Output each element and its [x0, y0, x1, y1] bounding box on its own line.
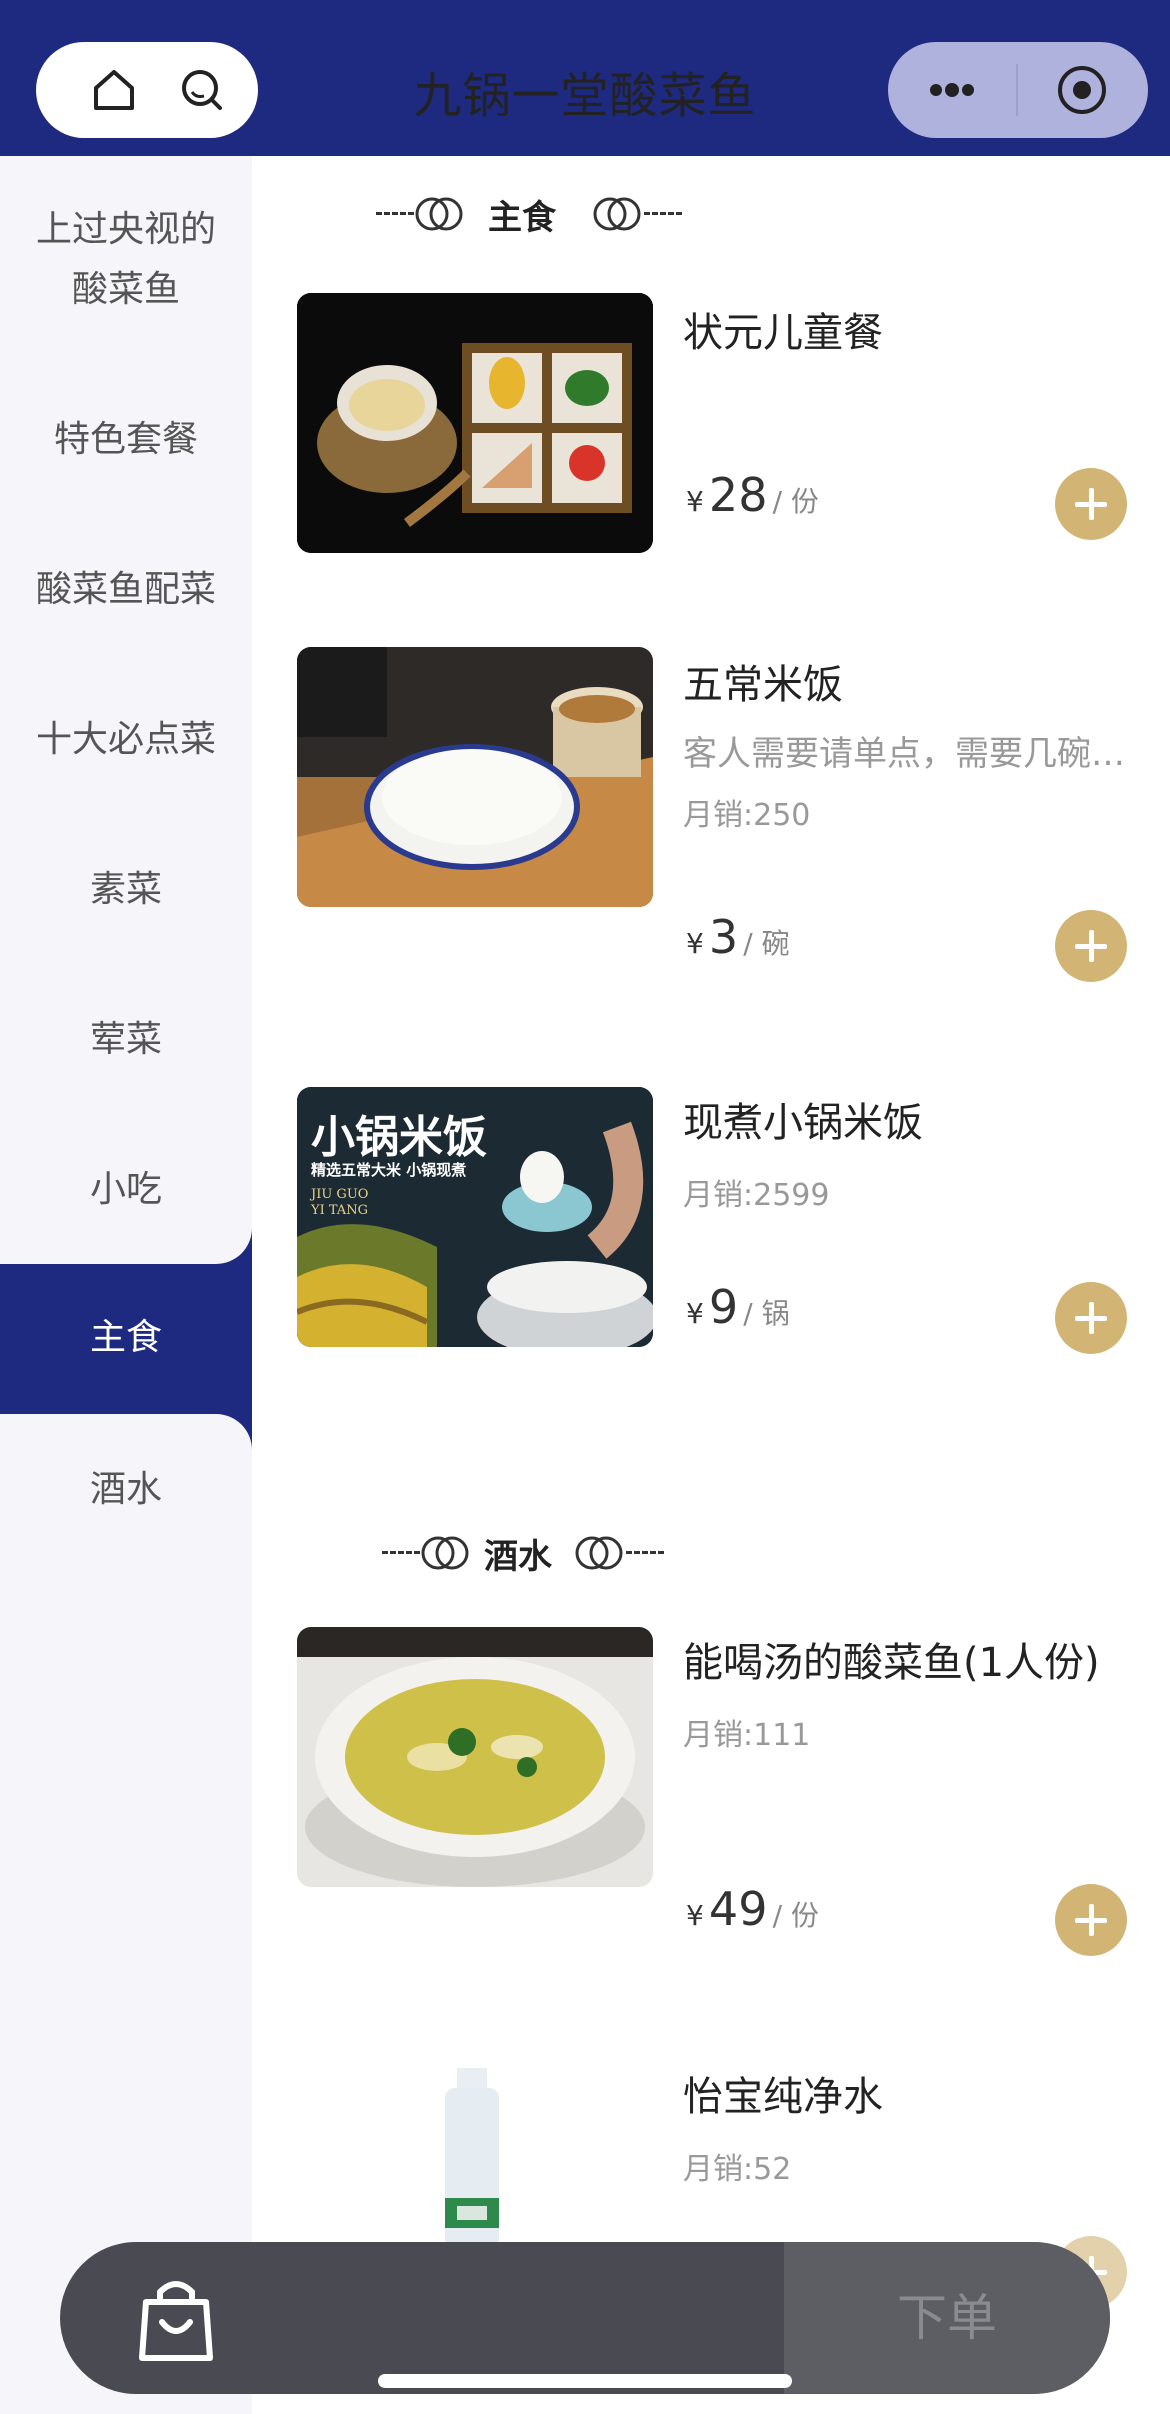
price-unit: / 份 — [772, 1899, 819, 1932]
product-image-kids-meal[interactable] — [297, 293, 653, 553]
sidebar-item-set-meals[interactable]: 特色套餐 — [0, 410, 252, 470]
page-title: 九锅一堂酸菜鱼 — [413, 68, 757, 124]
product-name: 怡宝纯净水 — [683, 2074, 883, 2120]
order-button[interactable]: 下单 — [784, 2242, 1110, 2394]
rice-photo — [297, 647, 653, 907]
add-to-cart-button[interactable] — [1055, 468, 1127, 540]
section-title: 主食 — [488, 198, 556, 238]
sidebar-item-label: 小吃 — [89, 1169, 162, 1210]
add-to-cart-button[interactable] — [1055, 910, 1127, 982]
image-overlay-title: 小锅米饭 — [311, 1112, 487, 1163]
product-sales: 月销:52 — [683, 2152, 792, 2187]
rings-icon — [421, 1536, 469, 1570]
sour-fish-photo — [297, 1627, 653, 1887]
section-title: 酒水 — [484, 1537, 552, 1577]
sidebar-item-label: 酒水 — [89, 1469, 162, 1510]
search-icon[interactable] — [176, 64, 228, 116]
sidebar-item-meat[interactable]: 荤菜 — [0, 1010, 252, 1070]
product-price: ¥ 3 / 碗 — [686, 910, 790, 964]
product-sales: 月销:250 — [683, 798, 811, 833]
rings-icon — [575, 1536, 623, 1570]
price-value: 28 — [708, 468, 768, 522]
price-unit: / 碗 — [743, 927, 790, 960]
product-sales: 月销:2599 — [683, 1178, 830, 1213]
sidebar-item-staple[interactable]: 主食 — [0, 1264, 252, 1414]
cart-bar: 下单 — [60, 2242, 1110, 2394]
section-header-drinks: 酒水 — [382, 1527, 682, 1577]
product-name: 现煮小锅米饭 — [683, 1100, 923, 1146]
image-brand-2: YI TANG — [311, 1203, 368, 1218]
price-currency: ¥ — [686, 1899, 704, 1932]
home-icon[interactable] — [88, 64, 140, 116]
product-price: ¥ 28 / 份 — [686, 468, 819, 522]
product-sales: 月销:111 — [683, 1718, 811, 1753]
price-value: 49 — [708, 1882, 768, 1936]
capsule-left — [36, 42, 258, 138]
kids-meal-photo — [297, 293, 653, 553]
sidebar-item-snacks[interactable]: 小吃 — [0, 1160, 252, 1220]
sidebar-item-cctv-fish[interactable]: 上过央视的 酸菜鱼 — [0, 200, 252, 320]
sidebar-item-label: 酸菜鱼配菜 — [35, 569, 216, 610]
capsule-divider — [1016, 64, 1018, 116]
top-nav-bar: 九锅一堂酸菜鱼 — [0, 0, 1170, 156]
sidebar-item-label: 上过央视的 酸菜鱼 — [35, 209, 216, 310]
image-brand-1: JIU GUO — [311, 1187, 369, 1202]
sidebar-item-label: 主食 — [89, 1317, 162, 1358]
sidebar-item-label: 特色套餐 — [53, 419, 198, 460]
shopping-bag-icon[interactable] — [126, 2272, 226, 2368]
sidebar-item-label: 十大必点菜 — [35, 719, 216, 760]
product-image-sour-fish[interactable] — [297, 1627, 653, 1887]
price-currency: ¥ — [686, 485, 704, 518]
product-description: 客人需要请单点，需要几碗… — [683, 734, 1125, 774]
product-price: ¥ 49 / 份 — [686, 1882, 819, 1936]
capsule-right — [888, 42, 1148, 138]
sidebar-item-drinks[interactable]: 酒水 — [0, 1460, 252, 1520]
sidebar-item-top-ten[interactable]: 十大必点菜 — [0, 710, 252, 770]
add-to-cart-button[interactable] — [1055, 1884, 1127, 1956]
sidebar-item-label: 素菜 — [89, 869, 162, 910]
product-name: 能喝汤的酸菜鱼(1人份) — [683, 1640, 1100, 1686]
image-overlay-subtitle: 精选五常大米 小锅现煮 — [311, 1161, 467, 1179]
section-header-staple: 主食 — [376, 188, 682, 238]
rings-icon — [415, 197, 463, 231]
product-name: 状元儿童餐 — [683, 310, 883, 356]
price-unit: / 份 — [772, 485, 819, 518]
product-name: 五常米饭 — [683, 662, 843, 708]
rings-icon — [593, 197, 641, 231]
price-currency: ¥ — [686, 1297, 704, 1330]
sidebar-item-side-dishes[interactable]: 酸菜鱼配菜 — [0, 560, 252, 620]
home-indicator — [378, 2374, 792, 2388]
product-image-pot-rice[interactable]: 小锅米饭 精选五常大米 小锅现煮 JIU GUO YI TANG — [297, 1087, 653, 1347]
product-image-water[interactable] — [297, 2068, 653, 2248]
water-bottle-photo — [297, 2068, 653, 2248]
record-icon[interactable] — [1056, 64, 1108, 116]
price-value: 9 — [708, 1280, 739, 1334]
price-value: 3 — [708, 910, 739, 964]
sidebar-item-label: 荤菜 — [89, 1019, 162, 1060]
price-currency: ¥ — [686, 927, 704, 960]
product-image-rice[interactable] — [297, 647, 653, 907]
more-icon[interactable] — [926, 64, 978, 116]
add-to-cart-button[interactable] — [1055, 1282, 1127, 1354]
sidebar-item-vegetables[interactable]: 素菜 — [0, 860, 252, 920]
product-price: ¥ 9 / 锅 — [686, 1280, 790, 1334]
price-unit: / 锅 — [743, 1297, 790, 1330]
